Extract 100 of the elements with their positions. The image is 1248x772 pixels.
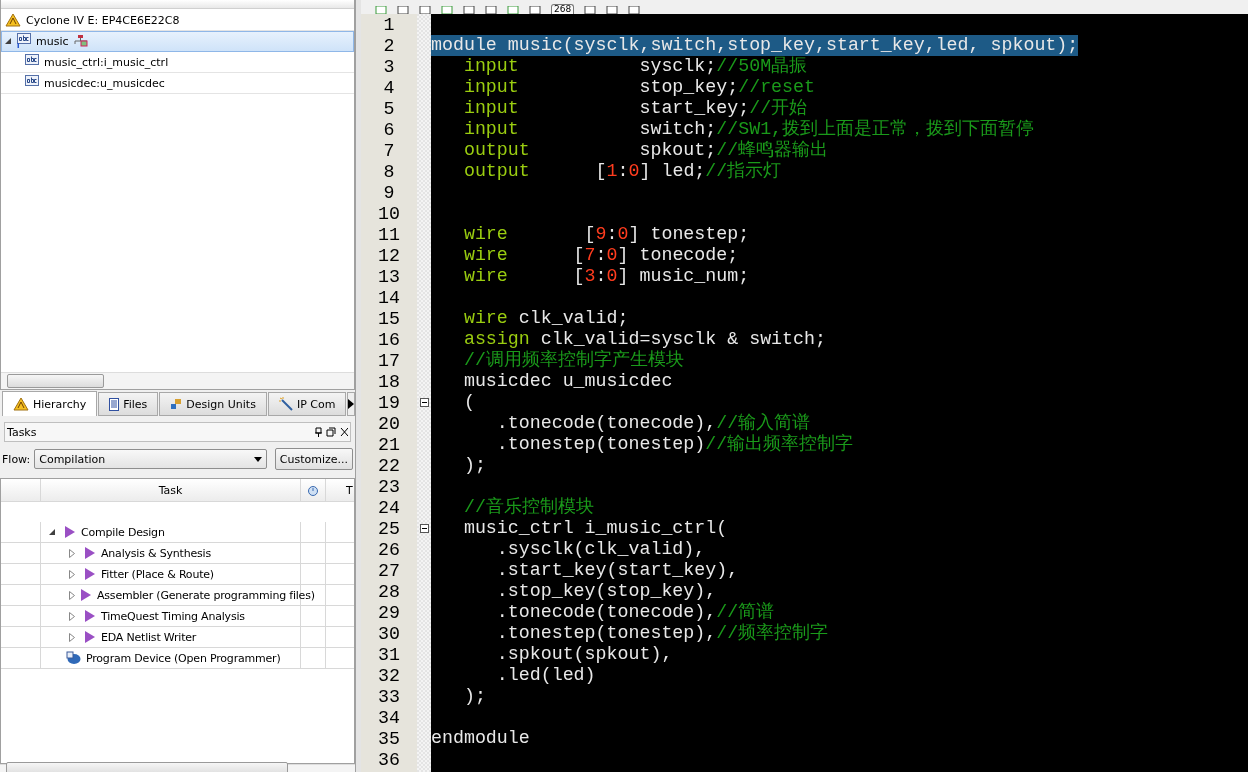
tree-item-label: musicdec:u_musicdec — [44, 76, 165, 90]
code-line: .led(led) — [495, 665, 596, 686]
line-number: 33 — [377, 686, 401, 707]
panel-tab[interactable]: Files — [98, 392, 159, 416]
task-name[interactable]: Program Device (Open Programmer) — [86, 651, 281, 665]
line-number: 31 — [377, 644, 401, 665]
code-line: musicdec u_musicdec — [462, 371, 673, 392]
scroll-right-button[interactable] — [347, 392, 356, 416]
toolbar-page-icon[interactable] — [507, 6, 519, 14]
fold-toggle[interactable] — [419, 524, 429, 533]
line-number: 17 — [377, 350, 401, 371]
magic-wand-icon — [278, 397, 293, 411]
collapsed-triangle-icon[interactable] — [69, 611, 75, 621]
code-line: output [1:0] led;//指示灯 — [462, 161, 782, 182]
hierarchy-icon — [73, 35, 88, 47]
document-icon — [109, 397, 120, 411]
column-header: Task — [41, 479, 301, 501]
line-number: 6 — [382, 119, 396, 140]
line-counter-button[interactable]: 268 — [551, 4, 575, 14]
line-number: 22 — [377, 455, 401, 476]
toolbar-page-icon[interactable] — [485, 6, 497, 14]
line-number: 30 — [377, 623, 401, 644]
code-line: .tonecode(tonecode),//简谱 — [495, 602, 775, 623]
blocks-icon — [170, 398, 183, 410]
line-number: 26 — [377, 539, 401, 560]
code-line: input start_key;//开始 — [462, 98, 808, 119]
code-line: input sysclk;//50M晶振 — [462, 56, 808, 77]
tree-item-label: music_ctrl:i_music_ctrl — [44, 55, 169, 69]
collapsed-triangle-icon[interactable] — [69, 548, 75, 558]
line-number: 28 — [377, 581, 401, 602]
minus-icon — [421, 528, 427, 529]
code-line: .tonestep(tonestep)//输出频率控制字 — [495, 434, 854, 455]
collapsed-triangle-icon[interactable] — [69, 632, 75, 642]
line-number: 7 — [382, 140, 396, 161]
toolbar-page-icon[interactable] — [606, 6, 619, 14]
flow-dropdown[interactable]: Compilation — [34, 449, 267, 469]
line-number: 32 — [377, 665, 401, 686]
code-line: ); — [462, 455, 486, 476]
line-number: 5 — [382, 98, 396, 119]
line-number: 12 — [377, 245, 401, 266]
line-number: 16 — [377, 329, 401, 350]
tree-item[interactable]: musicdec:u_musicdec — [1, 73, 354, 94]
code-line: wire clk_valid; — [462, 308, 629, 329]
line-number: 14 — [377, 287, 401, 308]
line-number: 13 — [377, 266, 401, 287]
play-icon — [84, 547, 96, 559]
dropdown-caret-icon — [253, 456, 262, 462]
play-icon — [84, 568, 96, 580]
task-name[interactable]: Fitter (Place & Route) — [101, 567, 214, 581]
task-name[interactable]: TimeQuest Timing Analysis — [101, 609, 245, 623]
customize-button[interactable]: Customize... — [274, 448, 353, 470]
fold-toggle[interactable] — [419, 398, 429, 407]
line-number: 2 — [382, 35, 396, 56]
task-name[interactable]: Analysis & Synthesis — [101, 546, 211, 560]
panel-tab[interactable]: Hierarchy — [2, 391, 98, 416]
code-line: assign clk_valid=sysclk & switch; — [462, 329, 826, 350]
toolbar-page-icon[interactable] — [463, 6, 475, 14]
expanded-triangle-icon[interactable] — [5, 37, 12, 45]
column-header: T — [345, 482, 354, 499]
toolbar-page-icon[interactable] — [628, 6, 641, 14]
line-number: 23 — [377, 476, 401, 497]
line-number: 35 — [377, 728, 401, 749]
line-number: 27 — [377, 560, 401, 581]
task-name[interactable]: EDA Netlist Writer — [101, 630, 197, 644]
panel-tab[interactable]: Design Units — [159, 392, 267, 416]
collapsed-triangle-icon[interactable] — [69, 590, 75, 600]
code-line: output spkout;//蜂鸣器输出 — [462, 140, 829, 161]
line-number: 10 — [377, 203, 401, 224]
warning-icon — [5, 13, 21, 27]
entity-icon — [17, 33, 31, 49]
task-name[interactable]: Compile Design — [81, 525, 165, 539]
code-line: .sysclk(clk_valid), — [495, 539, 706, 560]
toolbar-page-icon[interactable] — [441, 6, 453, 14]
tree-item[interactable]: music — [1, 31, 354, 52]
tree-item[interactable]: music_ctrl:i_music_ctrl — [1, 52, 354, 73]
line-number: 24 — [377, 497, 401, 518]
collapsed-triangle-icon[interactable] — [69, 569, 75, 579]
clock-icon — [308, 484, 318, 496]
code-line: .tonestep(tonestep),//频率控制字 — [495, 623, 829, 644]
right-arrow-icon — [348, 399, 355, 409]
code-line: //音乐控制模块 — [462, 497, 594, 518]
tree-item-label: music — [36, 34, 69, 48]
panel-tab[interactable]: IP Com — [267, 392, 347, 416]
code-line: .start_key(start_key), — [495, 560, 739, 581]
code-line: music_ctrl i_music_ctrl( — [462, 518, 728, 539]
tree-item-label: Cyclone IV E: EP4CE6E22C8 — [26, 13, 180, 27]
pin-icon[interactable] — [314, 427, 348, 437]
line-number: 34 — [377, 707, 401, 728]
line-number: 11 — [377, 224, 401, 245]
task-name[interactable]: Assembler (Generate programming files) — [97, 588, 315, 602]
toolbar-page-icon[interactable] — [529, 6, 541, 14]
line-number: 19 — [377, 392, 401, 413]
code-line: .spkout(spkout), — [495, 644, 673, 665]
toolbar-page-icon[interactable] — [584, 6, 597, 14]
expanded-triangle-icon[interactable] — [49, 528, 56, 536]
horizontal-scrollbar[interactable] — [0, 764, 355, 772]
code-line: //调用频率控制字产生模块 — [462, 350, 684, 371]
play-icon — [80, 589, 92, 601]
horizontal-scrollbar[interactable] — [1, 372, 354, 389]
line-number: 1 — [382, 14, 396, 35]
